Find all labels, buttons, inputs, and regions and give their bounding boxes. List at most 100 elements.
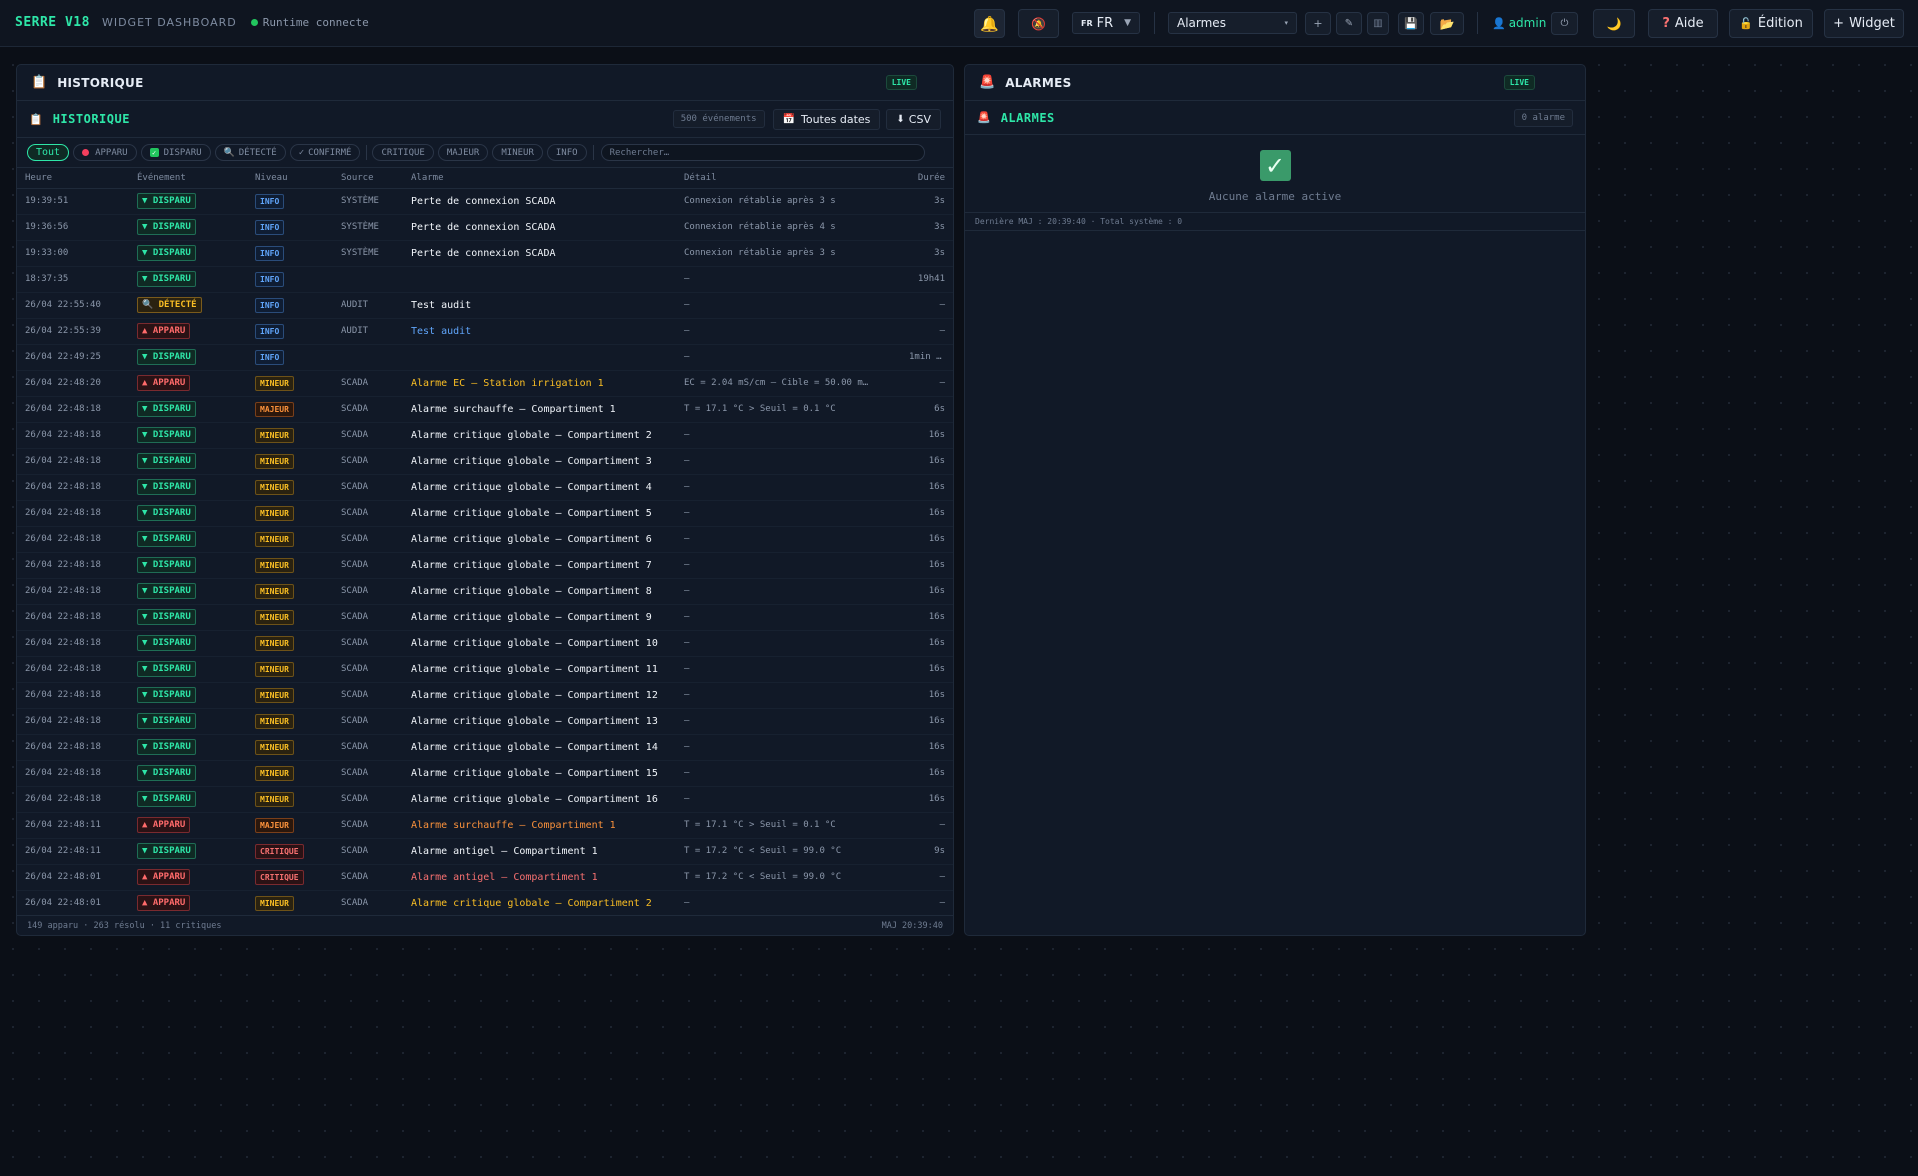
- table-row[interactable]: 26/04 22:48:01 ▲ APPARU MINEUR SCADA Alarme …: [17, 890, 953, 912]
- row-alarm: Alarme critique globale — Compartiment 1…: [403, 682, 676, 709]
- event-badge: ▲ APPARU: [137, 323, 191, 339]
- table-row[interactable]: 26/04 22:48:18 ▼ DISPARU MINEUR SCADA Alarme…: [17, 604, 953, 631]
- filter-critique[interactable]: CRITIQUE: [372, 144, 434, 161]
- filter-confirme[interactable]: ✓ CONFIRMÉ: [289, 144, 361, 161]
- table-row[interactable]: 26/04 22:48:18 ▼ DISPARU MINEUR SCADA Alarme…: [17, 552, 953, 579]
- open-dashboard-button[interactable]: 📂: [1430, 12, 1464, 35]
- table-row[interactable]: 18:37:35 ▼ DISPARU INFO —19h41: [17, 266, 953, 293]
- table-row[interactable]: 26/04 22:48:01 ▲ APPARU CRITIQUE SCADA Alarm…: [17, 864, 953, 891]
- save-dashboard-button[interactable]: 💾: [1398, 12, 1424, 35]
- event-badge-label: DISPARU: [152, 768, 191, 778]
- table-row[interactable]: 19:39:51 ▼ DISPARU INFO SYSTÈME Perte de con…: [17, 188, 953, 215]
- theme-toggle-button[interactable]: 🌙: [1593, 9, 1635, 38]
- triangle-down-icon: ▼: [142, 846, 148, 856]
- event-badge-label: APPARU: [152, 820, 186, 830]
- user-menu[interactable]: 👤 admin: [1492, 16, 1546, 30]
- history-table-container[interactable]: Heure Événement Niveau Source Alarme Dét…: [17, 168, 953, 912]
- triangle-down-icon: ▼: [142, 482, 148, 492]
- table-row[interactable]: 26/04 22:48:18 ▼ DISPARU MINEUR SCADA Alarme…: [17, 786, 953, 813]
- add-dashboard-button[interactable]: +: [1305, 12, 1331, 35]
- dashboard-select[interactable]: Alarmes ▾: [1168, 12, 1297, 34]
- rename-dashboard-button[interactable]: ✎: [1336, 12, 1362, 35]
- table-row[interactable]: 26/04 22:48:18 ▼ DISPARU MINEUR SCADA Alarme…: [17, 630, 953, 657]
- search-input[interactable]: Rechercher…: [600, 144, 925, 161]
- row-alarm: Alarme critique globale — Compartiment 1…: [403, 734, 676, 761]
- delete-dashboard-button[interactable]: ▥: [1367, 12, 1389, 35]
- row-alarm: Perte de connexion SCADA: [403, 188, 676, 215]
- col-duration[interactable]: Durée: [901, 168, 953, 189]
- col-time[interactable]: Heure: [17, 168, 129, 189]
- add-widget-button[interactable]: + Widget: [1824, 9, 1904, 38]
- alarms-count: 0 alarme: [1513, 108, 1573, 127]
- table-row[interactable]: 26/04 22:48:11 ▼ DISPARU CRITIQUE SCADA Alar…: [17, 838, 953, 865]
- dashboard-select-value: Alarmes: [1177, 16, 1226, 30]
- table-row[interactable]: 26/04 22:48:18 ▼ DISPARU MINEUR SCADA Alarme…: [17, 422, 953, 449]
- filter-apparu[interactable]: APPARU: [73, 144, 137, 161]
- table-row[interactable]: 26/04 22:48:18 ▼ DISPARU MINEUR SCADA Alarme…: [17, 734, 953, 761]
- filter-all[interactable]: Tout: [27, 144, 70, 161]
- col-event[interactable]: Événement: [129, 168, 247, 189]
- filter-disparu[interactable]: ✓ DISPARU: [140, 144, 211, 161]
- table-row[interactable]: 26/04 22:55:39 ▲ APPARU INFO AUDIT Test audi…: [17, 318, 953, 345]
- logout-button[interactable]: ⏻: [1551, 12, 1578, 35]
- row-source: SCADA: [333, 448, 403, 475]
- brand-name: SERRE V18: [15, 15, 90, 30]
- table-row[interactable]: 26/04 22:48:20 ▲ APPARU MINEUR SCADA Alarme …: [17, 370, 953, 397]
- mute-alarms-button[interactable]: 🔕: [1018, 9, 1059, 38]
- alarms-widget-header[interactable]: 🚨 ALARMES LIVE: [965, 65, 1585, 101]
- event-badge-label: DISPARU: [152, 274, 191, 284]
- level-badge: MINEUR: [255, 531, 294, 547]
- table-row[interactable]: 26/04 22:55:40 🔍 DÉTECTÉ INFO AUDIT Test aud…: [17, 292, 953, 319]
- col-level[interactable]: Niveau: [247, 168, 333, 189]
- table-row[interactable]: 26/04 22:48:18 ▼ DISPARU MINEUR SCADA Alarme…: [17, 682, 953, 709]
- level-badge: MINEUR: [255, 583, 294, 599]
- date-filter-button[interactable]: 📅 Toutes dates: [772, 108, 881, 130]
- event-badge: ▼ DISPARU: [137, 505, 196, 521]
- row-time: 26/04 22:48:18: [17, 500, 129, 527]
- table-row[interactable]: 26/04 22:48:11 ▲ APPARU MAJEUR SCADA Alarme …: [17, 812, 953, 839]
- row-source: SCADA: [333, 656, 403, 683]
- event-badge-label: DISPARU: [152, 196, 191, 206]
- row-alarm: Alarme critique globale — Compartiment 7: [403, 552, 676, 579]
- divider: [1154, 12, 1155, 34]
- table-row[interactable]: 26/04 22:48:18 ▼ DISPARU MINEUR SCADA Alarme…: [17, 760, 953, 787]
- export-csv-button[interactable]: ⬇ CSV: [886, 108, 941, 130]
- filter-info[interactable]: INFO: [546, 144, 587, 161]
- row-duration: 16s: [901, 630, 953, 657]
- col-detail[interactable]: Détail: [676, 168, 901, 189]
- table-row[interactable]: 26/04 22:48:18 ▼ DISPARU MINEUR SCADA Alarme…: [17, 500, 953, 527]
- filter-mineur[interactable]: MINEUR: [492, 144, 543, 161]
- table-row[interactable]: 26/04 22:48:18 ▼ DISPARU MINEUR SCADA Alarme…: [17, 578, 953, 605]
- row-detail: —: [676, 422, 901, 449]
- language-select[interactable]: FR FR ▼: [1072, 12, 1140, 34]
- notifications-button[interactable]: 🔔: [974, 9, 1005, 38]
- row-detail: —: [676, 578, 901, 605]
- level-badge: MINEUR: [255, 687, 294, 703]
- col-alarm[interactable]: Alarme: [403, 168, 676, 189]
- row-source: SCADA: [333, 422, 403, 449]
- table-row[interactable]: 26/04 22:48:18 ▼ DISPARU MINEUR SCADA Alarme…: [17, 474, 953, 501]
- table-row[interactable]: 26/04 22:49:25 ▼ DISPARU INFO —1min 5s: [17, 344, 953, 371]
- filter-majeur[interactable]: MAJEUR: [437, 144, 489, 161]
- event-badge: ▲ APPARU: [137, 375, 191, 391]
- edit-mode-button[interactable]: 🔓 Édition: [1729, 9, 1813, 38]
- filter-detecte[interactable]: 🔍 DÉTECTÉ: [214, 144, 286, 161]
- table-row[interactable]: 19:33:00 ▼ DISPARU INFO SYSTÈME Perte de con…: [17, 240, 953, 267]
- row-alarm: [403, 266, 676, 293]
- help-button[interactable]: ? Aide: [1648, 9, 1718, 38]
- event-badge-label: DISPARU: [152, 846, 191, 856]
- table-row[interactable]: 26/04 22:48:18 ▼ DISPARU MAJEUR SCADA Alarme…: [17, 396, 953, 423]
- user-icon: 👤: [1492, 16, 1506, 30]
- table-row[interactable]: 26/04 22:48:18 ▼ DISPARU MINEUR SCADA Alarme…: [17, 448, 953, 475]
- col-source[interactable]: Source: [333, 168, 403, 189]
- row-time: 26/04 22:55:39: [17, 318, 129, 345]
- table-row[interactable]: 19:36:56 ▼ DISPARU INFO SYSTÈME Perte de con…: [17, 214, 953, 241]
- history-widget-header[interactable]: 📋 HISTORIQUE LIVE: [17, 65, 953, 101]
- table-row[interactable]: 26/04 22:48:18 ▼ DISPARU MINEUR SCADA Alarme…: [17, 708, 953, 735]
- event-badge: ▼ DISPARU: [137, 427, 196, 443]
- help-label: Aide: [1674, 16, 1704, 31]
- table-row[interactable]: 26/04 22:48:18 ▼ DISPARU MINEUR SCADA Alarme…: [17, 526, 953, 553]
- table-row[interactable]: 26/04 22:48:18 ▼ DISPARU MINEUR SCADA Alarme…: [17, 656, 953, 683]
- triangle-down-icon: ▼: [142, 508, 148, 518]
- row-level: MINEUR: [247, 708, 333, 735]
